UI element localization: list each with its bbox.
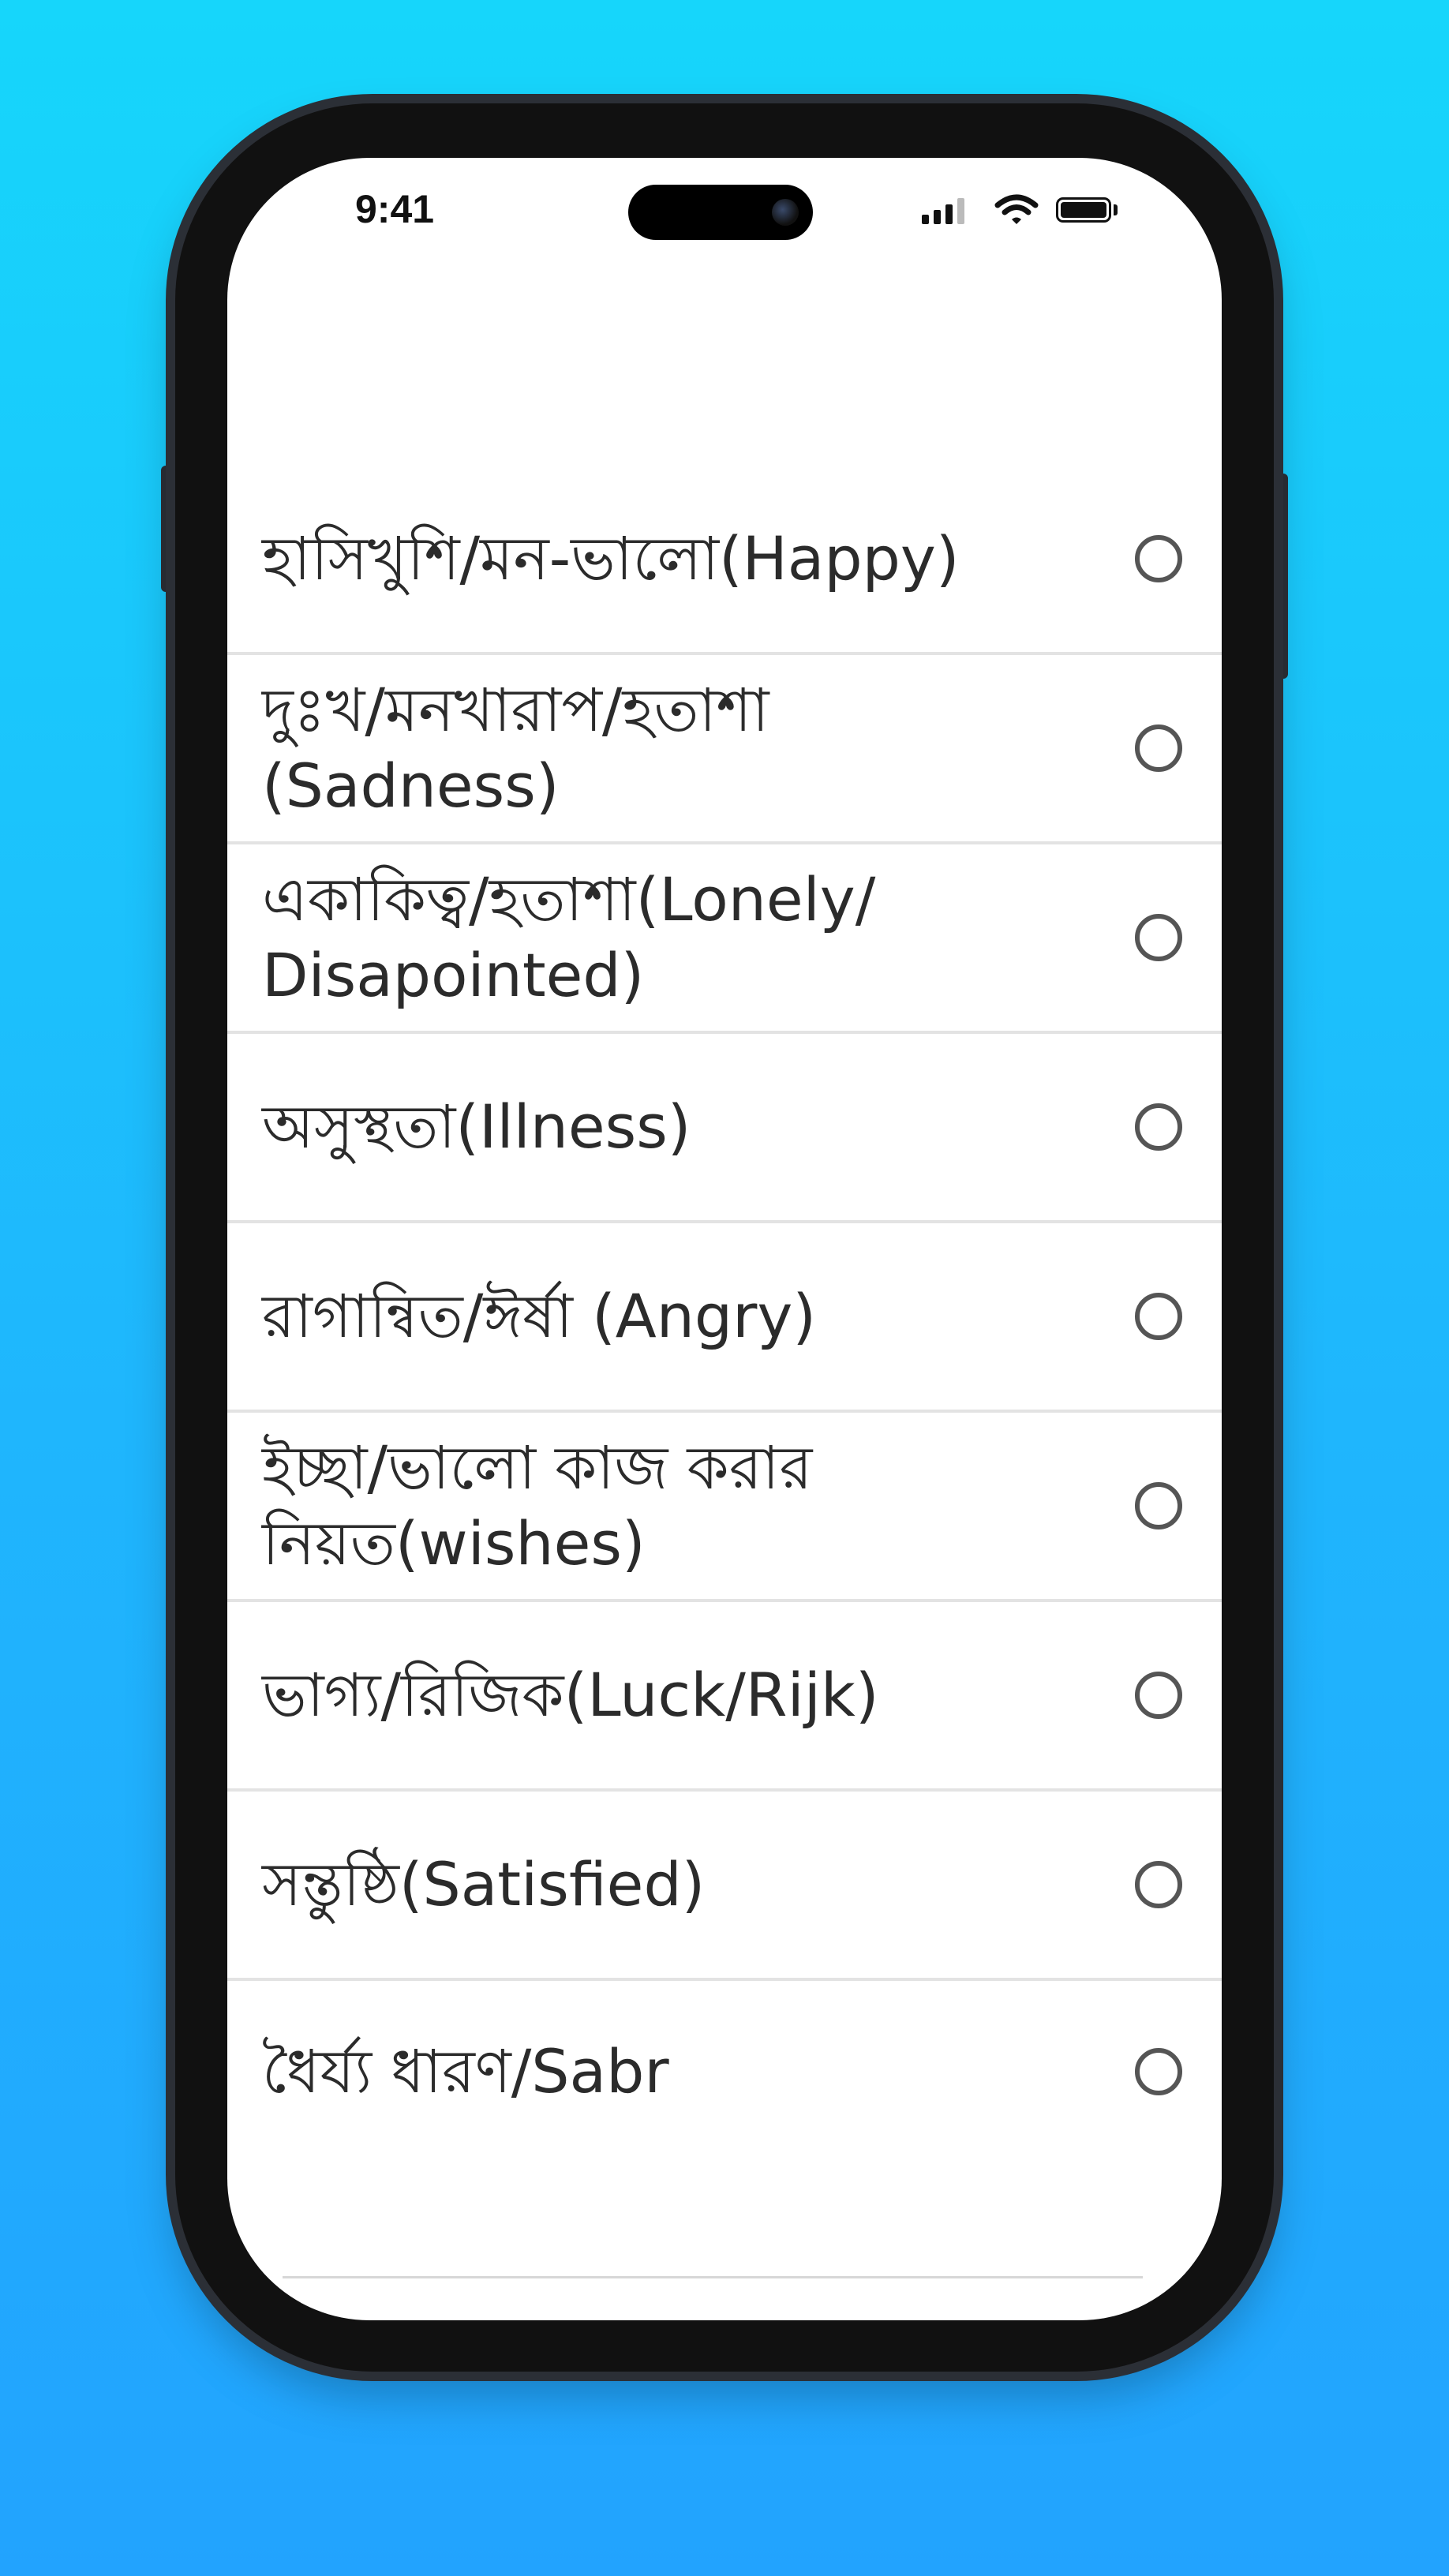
phone-screen: 9:41 হাসিখুশি/মন-ভালো(Happy) দুঃখ/মনখারা… xyxy=(227,158,1222,2320)
cellular-signal-icon xyxy=(922,191,977,230)
radio-button[interactable] xyxy=(1135,1293,1182,1340)
list-item[interactable]: একাকিত্ব/হতাশা(Lonely/ Disapointed) xyxy=(227,844,1222,1034)
radio-button[interactable] xyxy=(1135,2048,1182,2095)
mood-option-label: হাসিখুশি/মন-ভালো(Happy) xyxy=(262,523,960,593)
radio-button[interactable] xyxy=(1135,1861,1182,1908)
mood-option-label: দুঃখ/মনখারাপ/হতাশা (Sadness) xyxy=(262,675,769,821)
radio-button[interactable] xyxy=(1135,914,1182,961)
mood-option-label: একাকিত্ব/হতাশা(Lonely/ Disapointed) xyxy=(262,864,876,1010)
mood-option-label: রাগান্বিত/ঈর্ষা (Angry) xyxy=(262,1281,817,1351)
phone-side-button-right xyxy=(1274,474,1288,679)
mood-option-label: ভাগ্য/রিজিক(Luck/Rijk) xyxy=(262,1660,879,1730)
wifi-icon xyxy=(994,194,1039,224)
list-item[interactable]: ইচ্ছা/ভালো কাজ করার নিয়ত(wishes) xyxy=(227,1413,1222,1602)
radio-button[interactable] xyxy=(1135,1672,1182,1719)
android-nav-bar xyxy=(227,2289,1222,2320)
status-bar: 9:41 xyxy=(227,158,1222,268)
mood-list: হাসিখুশি/মন-ভালো(Happy) দুঃখ/মনখারাপ/হতা… xyxy=(227,466,1222,2162)
list-item[interactable]: দুঃখ/মনখারাপ/হতাশা (Sadness) xyxy=(227,655,1222,844)
mood-option-label: অসুস্থতা(Illness) xyxy=(262,1091,691,1162)
radio-button[interactable] xyxy=(1135,724,1182,772)
mood-option-label: সন্তুষ্ঠি(Satisfied) xyxy=(262,1849,706,1919)
list-item[interactable]: রাগান্বিত/ঈর্ষা (Angry) xyxy=(227,1223,1222,1413)
dynamic-island xyxy=(628,185,813,240)
list-item[interactable]: ভাগ্য/রিজিক(Luck/Rijk) xyxy=(227,1602,1222,1792)
radio-button[interactable] xyxy=(1135,1103,1182,1151)
status-time: 9:41 xyxy=(355,187,435,231)
mood-option-label: ধৈর্য্য ধারণ/Sabr xyxy=(262,2036,669,2106)
mood-option-label: ইচ্ছা/ভালো কাজ করার নিয়ত(wishes) xyxy=(262,1432,813,1578)
front-camera-icon xyxy=(772,199,799,226)
list-divider xyxy=(283,2276,1143,2278)
list-item[interactable]: হাসিখুশি/মন-ভালো(Happy) xyxy=(227,466,1222,655)
status-icons xyxy=(922,191,1143,230)
list-item[interactable]: ধৈর্য্য ধারণ/Sabr xyxy=(227,1981,1222,2162)
list-item[interactable]: অসুস্থতা(Illness) xyxy=(227,1034,1222,1223)
radio-button[interactable] xyxy=(1135,1482,1182,1530)
phone-side-button-left xyxy=(161,466,175,592)
list-item[interactable]: সন্তুষ্ঠি(Satisfied) xyxy=(227,1792,1222,1981)
radio-button[interactable] xyxy=(1135,535,1182,582)
